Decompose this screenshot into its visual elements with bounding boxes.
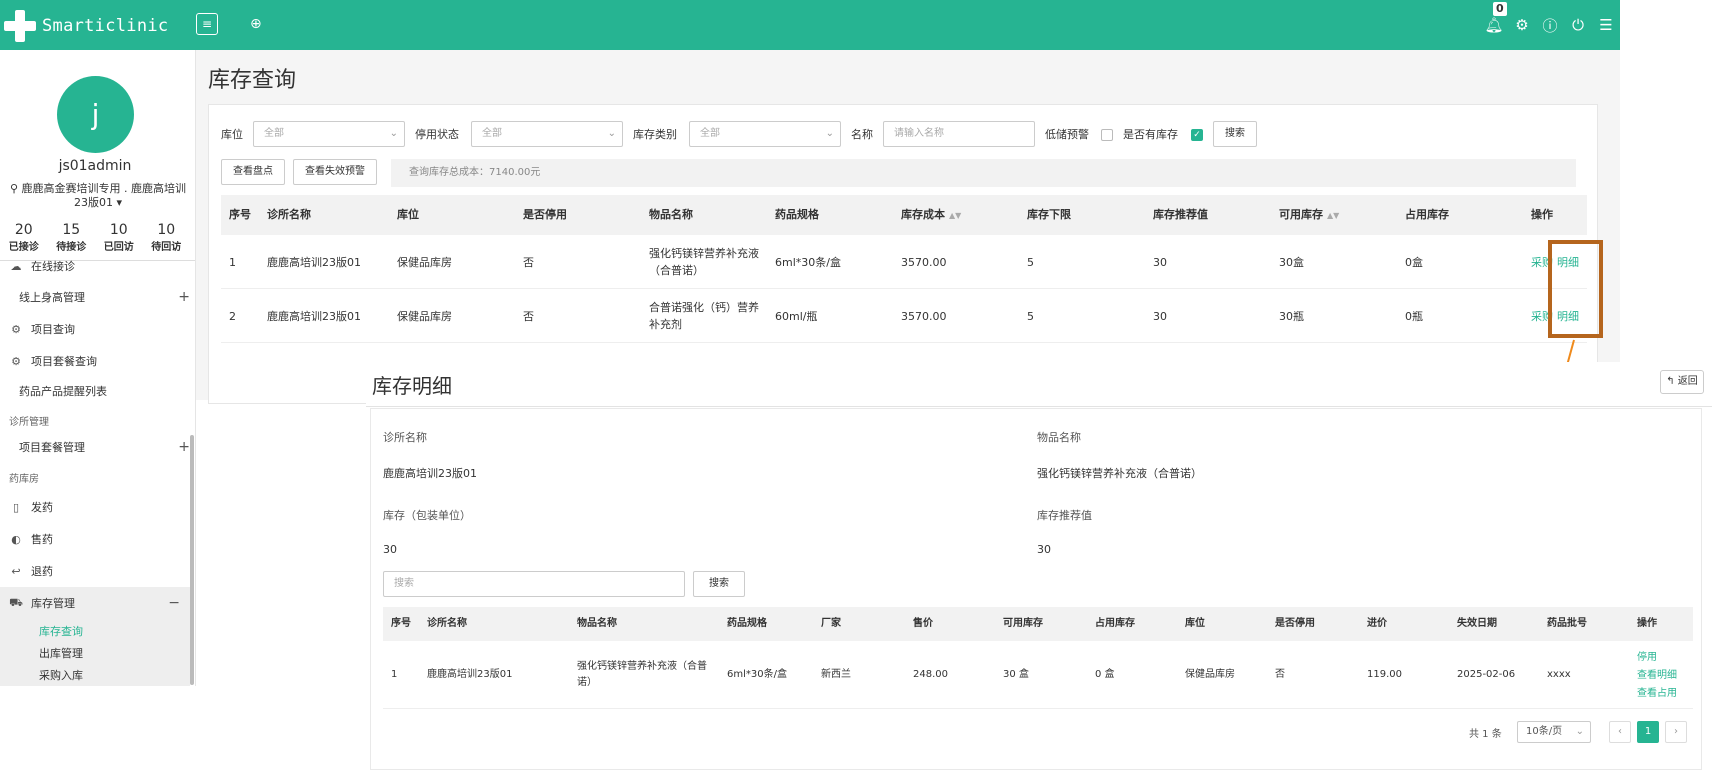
inventory-detail-panel: 库存明细 ↰ 返回 诊所名称 鹿鹿高培训23版01 物品名称 强化钙镁锌营养补充… <box>366 362 1712 778</box>
column-header: 药品规格 <box>727 618 767 629</box>
clinic-value: 鹿鹿高培训23版01 <box>383 467 477 480</box>
clinic-label: 诊所名称 <box>383 431 427 444</box>
detail-search-input[interactable]: 搜索 <box>383 571 685 597</box>
column-header: 是否停用 <box>1275 618 1315 629</box>
row-price: 248.00 <box>913 669 948 680</box>
detail-table-row: 1 鹿鹿高培训23版01 强化钙镁锌营养补充液（合普诺） 6ml*30条/盒 新… <box>383 641 1693 709</box>
column-header: 操作 <box>1637 618 1657 629</box>
column-header: 售价 <box>913 618 933 629</box>
row-disabled: 否 <box>1275 669 1285 680</box>
next-page-icon[interactable]: › <box>1665 721 1687 743</box>
back-arrow-icon: ↰ <box>1666 376 1678 387</box>
detail-search-button[interactable]: 搜索 <box>693 571 745 597</box>
chevron-down-icon: ⌄ <box>1575 726 1584 737</box>
column-header: 库位 <box>1185 618 1205 629</box>
page-size-select[interactable]: 10条/页 ⌄ <box>1517 721 1591 743</box>
column-header: 序号 <box>391 618 411 629</box>
row-spec: 6ml*30条/盒 <box>727 669 787 680</box>
row-item: 强化钙镁锌营养补充液（合普诺） <box>577 661 707 688</box>
pager-total: 共 1 条 <box>1469 729 1502 740</box>
recommend-value: 30 <box>1037 543 1051 556</box>
item-value: 强化钙镁锌营养补充液（合普诺） <box>1037 467 1202 480</box>
row-batch: xxxx <box>1547 669 1571 680</box>
row-no: 1 <box>391 669 398 680</box>
row-location: 保健品库房 <box>1185 669 1235 680</box>
row-expiry: 2025-02-06 <box>1457 669 1516 680</box>
row-clinic: 鹿鹿高培训23版01 <box>427 669 513 680</box>
detail-table-header: 序号 诊所名称 物品名称 药品规格 厂家 售价 可用库存 占用库存 库位 是否停… <box>383 607 1693 641</box>
column-header: 进价 <box>1367 618 1387 629</box>
column-header: 占用库存 <box>1095 618 1135 629</box>
column-header: 可用库存 <box>1003 618 1043 629</box>
prev-page-icon[interactable]: ‹ <box>1609 721 1631 743</box>
column-header: 失效日期 <box>1457 618 1497 629</box>
row-actions: 停用 查看明细 查看占用 <box>1637 649 1677 703</box>
view-detail-link[interactable]: 查看明细 <box>1637 667 1677 685</box>
row-occupied: 0 盒 <box>1095 669 1115 680</box>
detail-title: 库存明细 <box>372 374 452 398</box>
detail-card: 诊所名称 鹿鹿高培训23版01 物品名称 强化钙镁锌营养补充液（合普诺） 库存（… <box>370 408 1702 770</box>
column-header: 药品批号 <box>1547 618 1587 629</box>
column-header: 厂家 <box>821 618 841 629</box>
row-available: 30 盒 <box>1003 669 1029 680</box>
stock-label: 库存（包装单位） <box>383 509 471 522</box>
stock-value: 30 <box>383 543 397 556</box>
recommend-label: 库存推荐值 <box>1037 509 1092 522</box>
view-occupied-link[interactable]: 查看占用 <box>1637 685 1677 703</box>
row-cost: 119.00 <box>1367 669 1402 680</box>
column-header: 诊所名称 <box>427 618 467 629</box>
disable-link[interactable]: 停用 <box>1637 649 1677 667</box>
back-button[interactable]: ↰ 返回 <box>1660 370 1704 394</box>
detail-divider <box>366 406 1712 407</box>
item-label: 物品名称 <box>1037 431 1081 444</box>
page-current[interactable]: 1 <box>1637 721 1659 743</box>
row-maker: 新西兰 <box>821 669 851 680</box>
column-header: 物品名称 <box>577 618 617 629</box>
